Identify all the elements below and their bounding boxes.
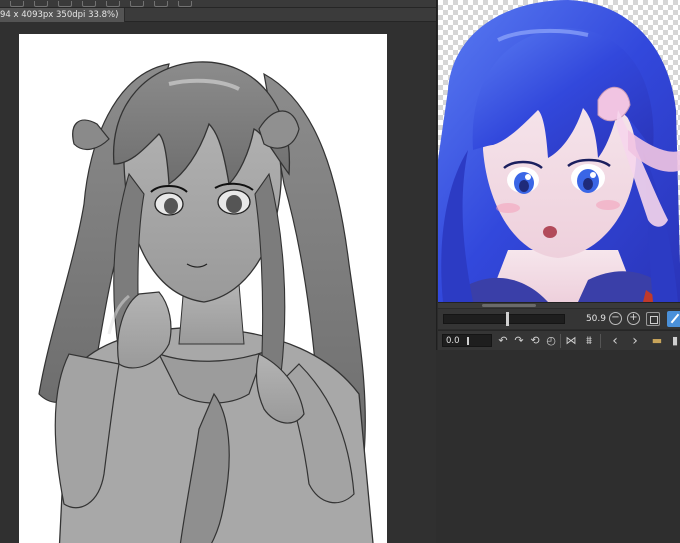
navigator-scrollbar[interactable] [438,302,680,308]
toolbar-tool-icon[interactable] [154,1,168,7]
zoom-out-button[interactable]: − [609,312,622,325]
reset-rotation-icon[interactable]: ⟲ [528,334,542,348]
rotation-slider[interactable]: 0.0 [442,334,492,347]
toolbar-tool-icon[interactable] [10,1,24,7]
next-icon[interactable]: › [628,334,642,348]
rotation-value: 0.0 [446,336,460,346]
navigator-rotation-row: 0.0 ↶ ↷ ⟲ ◴ ⋈ ⩩ ‹ › ▬ ▮ [438,330,680,350]
canvas-paper[interactable] [19,34,387,543]
toolbar-separator [600,334,601,348]
zoom-in-button[interactable]: + [627,312,640,325]
toolbar-separator [560,334,561,348]
navigator-zoom-row: 50.9 − + [438,309,680,329]
color-illustration-preview [438,0,680,302]
rotation-reset-alt-icon[interactable]: ◴ [544,334,558,348]
rotate-right-icon[interactable]: ↷ [512,334,526,348]
canvas-tab-bar: 94 x 4093px 350dpi 33.8%) [0,8,436,22]
grayscale-illustration [38,61,374,543]
rotate-left-icon[interactable]: ↶ [496,334,510,348]
fit-to-window-icon[interactable] [646,312,660,326]
navigator-panel: 50.9 − + 0.0 ↶ ↷ ⟲ ◴ ⋈ ⩩ ‹ › ▬ ▮ [436,0,680,350]
zoom-slider-handle[interactable] [506,312,509,326]
navigator-scroll-thumb[interactable] [482,304,536,307]
previous-icon[interactable]: ‹ [608,334,622,348]
toolbar-tool-icon[interactable] [178,1,192,7]
flip-horizontal-icon[interactable]: ⋈ [564,334,578,348]
toolbar-tool-icon[interactable] [106,1,120,7]
trash-icon[interactable]: ▮ [668,334,680,348]
toolbar-tool-icon[interactable] [58,1,72,7]
toolbar-tool-icon[interactable] [34,1,48,7]
clip-studio-window: 94 x 4093px 350dpi 33.8%) 50.9 − + 0.0 ↶… [0,0,680,543]
rotation-slider-handle[interactable] [467,337,469,345]
canvas-area[interactable] [0,23,436,543]
zoom-value[interactable]: 50.9 [576,311,606,327]
toolbar-tool-icon[interactable] [130,1,144,7]
navigator-preview[interactable] [438,0,680,302]
top-toolbar [0,0,436,8]
folder-icon[interactable]: ▬ [650,334,664,348]
canvas-tab-info[interactable]: 94 x 4093px 350dpi 33.8%) [0,8,126,22]
pen-tool-icon[interactable] [667,311,680,327]
empty-panel-area [436,350,680,543]
toolbar-tool-icon[interactable] [82,1,96,7]
zoom-slider[interactable] [443,312,565,326]
flip-vertical-icon[interactable]: ⩩ [582,334,596,348]
